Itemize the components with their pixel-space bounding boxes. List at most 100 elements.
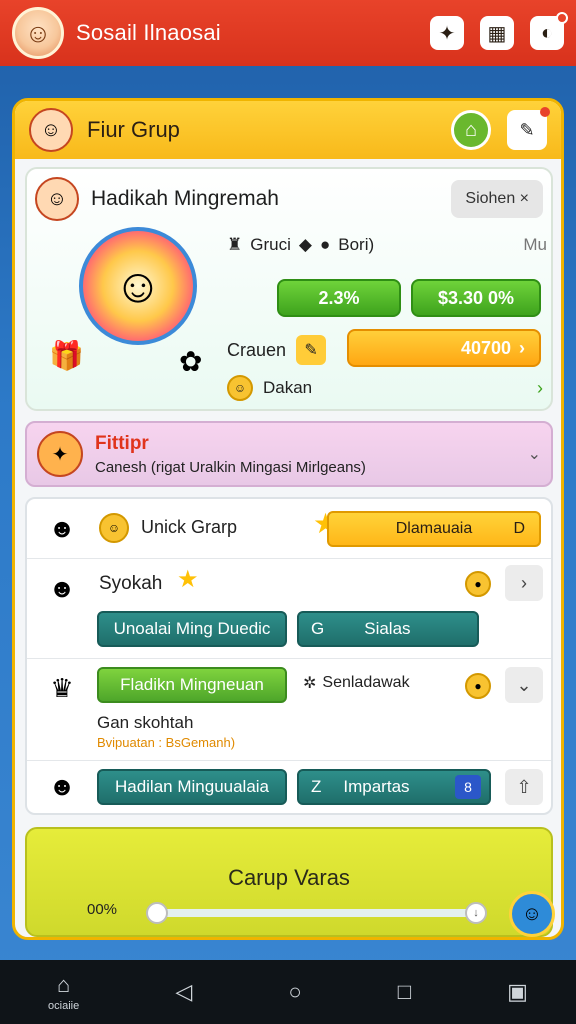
slider-end-icon: ↓ (465, 902, 487, 924)
stat-label-1: Gruci (250, 235, 291, 254)
chevron-right-icon: › (519, 337, 525, 358)
info-button[interactable]: ⌂ (451, 110, 491, 150)
stat-label-2: Bori) (338, 235, 375, 254)
recents-button[interactable]: □ (398, 979, 411, 1005)
smile-coin-icon: ☺ (227, 375, 253, 401)
puzzle-icon[interactable]: ✦ (430, 16, 464, 50)
character-icon: ☻ (48, 770, 76, 801)
button-prefix: Z (311, 777, 322, 796)
character-icon: ☻ (48, 512, 76, 543)
diamond-banner-label: Dlamauaia (395, 520, 473, 537)
group-action-button-a[interactable]: Unoalai Ming Duedic (97, 611, 287, 647)
percent-pill[interactable]: 2.3% (277, 279, 401, 317)
weekly-reward-button[interactable]: Fladikn Mingneuan (97, 667, 287, 703)
character-icon: ☻ (48, 572, 76, 603)
reward-footer-row[interactable]: ☺ Dakan › (227, 375, 543, 401)
home-icon: ⌂ (56, 972, 71, 997)
home-nav-button[interactable]: ⌂ ociaiie (48, 972, 79, 1012)
create-label: Crauen (227, 339, 287, 360)
edit-button[interactable]: ✎ (507, 107, 550, 150)
app-title: Sosail Ilnaosai (76, 20, 221, 45)
edit-badge-dot (540, 107, 550, 117)
reward-card: ☺ Hadikah Mingremah Siohen × ☺ 🎁 ✿ ♜ Gru… (25, 167, 553, 411)
reward-avatar: ☺ (35, 177, 79, 221)
list-row-syokah: ☻ Syokah ★ ● › Unoalai Ming Duedic G Sia… (27, 559, 551, 659)
group-action-button-b[interactable]: G Sialas (297, 611, 479, 647)
smile-icon: ☺ (99, 513, 129, 543)
castle-icon: ♜ (227, 235, 243, 254)
pencil-icon[interactable]: ✎ (296, 335, 327, 365)
group-vars-card: Carup Varas 00% ↓ ☺ (25, 827, 555, 937)
sub-label: Gan skohtah (97, 713, 194, 732)
close-button[interactable]: Siohen × (451, 180, 543, 218)
chat-avatar-button[interactable]: ☺ (509, 891, 555, 937)
gear-icon: ✲ (303, 675, 317, 692)
sub-note: Bvipuatan : BsGemanh) (97, 735, 236, 750)
home-circle-button[interactable]: ○ (288, 979, 301, 1005)
bottom-title: Carup Varas (228, 865, 350, 890)
circle-icon: ○ (288, 979, 302, 1004)
chevron-down-button[interactable]: ⌄ (505, 667, 543, 703)
syokah-label: Syokah (99, 573, 163, 594)
import-badge: 8 (455, 775, 481, 799)
header-avatar: ☺ (29, 108, 73, 152)
feature-title: Fittipr (95, 432, 149, 454)
import-button[interactable]: Z Impartas 8 (297, 769, 491, 805)
hero-character-image: ☺ (79, 227, 197, 345)
top-icons: ✦ ▦ ◐ (430, 12, 568, 50)
star-icon: ★ (177, 566, 199, 593)
value-pill-button[interactable]: 40700 › (347, 329, 541, 367)
feature-subtitle: Canesh (rigat Uralkin Mingasi Mirlgeans) (95, 458, 366, 476)
status-text: ✲ Senladawak (303, 673, 410, 693)
footer-label: Dakan (263, 378, 313, 397)
diamond-banner-suffix: D (513, 520, 525, 537)
system-nav-bar: ⌂ ociaiie ◁ ○ □ ▣ (0, 960, 576, 1024)
calendar-icon[interactable]: ▦ (480, 16, 514, 50)
list-row-reward: ♛ Fladikn Mingneuan ✲ Senladawak ● ⌄ Gan… (27, 659, 551, 761)
top-bar: ☺ Sosail Ilnaosai ✦ ▦ ◐ (0, 0, 576, 66)
button-label: Sialas (364, 619, 411, 638)
arrow-right-button[interactable]: › (505, 565, 543, 601)
gift-box-icon: 🎁 (49, 340, 84, 371)
notification-icon[interactable]: ◐ (530, 12, 568, 50)
coin-icon: ● (465, 571, 491, 597)
list-row-unlock: ☻ ☺ Unick Grarp ★ Dlamauaia D (27, 499, 551, 559)
diamond-banner-button[interactable]: Dlamauaia D (327, 511, 541, 547)
group-list: ☻ ☺ Unick Grarp ★ Dlamauaia D ☻ Syokah ★… (25, 497, 553, 815)
feature-text: Fittipr Canesh (rigat Uralkin Mingasi Mi… (95, 433, 366, 476)
reward-card-header: ☺ Hadikah Mingremah Siohen × (27, 169, 551, 221)
reward-stats-row: ♜ Gruci ◆ ● Bori) Mu (227, 235, 547, 255)
panel-header: ☺ Fiur Grup ⌂ ✎ (15, 101, 561, 159)
list-row-import: ☻ Hadilan Minguualaia Z Impartas 8 ⇧ (27, 761, 551, 815)
money-pill[interactable]: $3.30 0% (411, 279, 541, 317)
arrow-up-button[interactable]: ⇧ (505, 769, 543, 805)
coin-icon: ● (465, 673, 491, 699)
feature-icon: ✦ (37, 431, 83, 477)
square-icon: □ (397, 979, 412, 1004)
slider-track[interactable] (157, 909, 477, 917)
slider-thumb[interactable] (146, 902, 168, 924)
weekly-list-button[interactable]: Hadilan Minguualaia (97, 769, 287, 805)
profile-avatar[interactable]: ☺ (12, 7, 64, 59)
button-label: Impartas (343, 777, 410, 796)
coin-icon: ● (319, 235, 331, 254)
screenshot-button[interactable]: ▣ (507, 979, 528, 1005)
notification-dot (556, 12, 568, 24)
group-feature-panel: ☺ Fiur Grup ⌂ ✎ ☺ Hadikah Mingremah Sioh… (12, 98, 564, 940)
chevron-right-icon: › (537, 377, 543, 398)
reward-title: Hadikah Mingremah (91, 187, 279, 210)
value-pill-label: 40700 (460, 337, 511, 358)
home-nav-label: ociaiie (48, 1000, 80, 1012)
unlock-label: Unick Grarp (141, 517, 238, 537)
flower-icon: ✿ (179, 346, 203, 377)
chevron-down-icon[interactable]: ⌄ (528, 444, 541, 464)
back-icon: ◁ (175, 979, 193, 1004)
stat-label-3: Mu (523, 235, 547, 254)
back-nav-button[interactable]: ◁ (175, 979, 192, 1005)
panel-title: Fiur Grup (87, 117, 180, 142)
reward-create-row: Crauen ✎ (227, 335, 327, 365)
feature-banner[interactable]: ✦ Fittipr Canesh (rigat Uralkin Mingasi … (25, 421, 553, 487)
gem-icon: ◆ (298, 235, 312, 254)
button-prefix: G (311, 619, 325, 638)
screenshot-icon: ▣ (507, 979, 528, 1004)
